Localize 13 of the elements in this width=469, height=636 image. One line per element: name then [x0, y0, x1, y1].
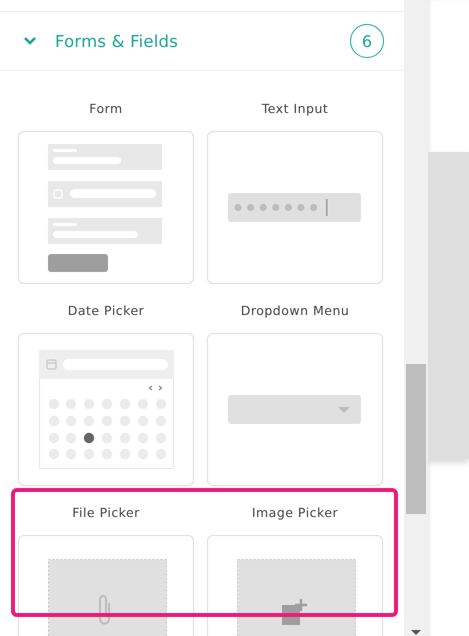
chevron-icon	[24, 37, 36, 45]
component-label: File Picker	[71, 504, 141, 522]
component-label: Date Picker	[66, 302, 146, 320]
component-label: Form	[88, 100, 124, 118]
component-label: Image Picker	[250, 504, 340, 522]
component-card[interactable]	[18, 131, 194, 284]
scrollbar[interactable]	[404, 0, 428, 636]
component-label: Text Input	[260, 100, 330, 118]
count-badge: 6	[350, 24, 384, 58]
scrollbar-thumb[interactable]	[406, 364, 426, 514]
scroll-down-icon[interactable]	[411, 630, 421, 635]
component-label: Dropdown Menu	[240, 302, 350, 320]
section-title: Forms & Fields	[55, 32, 179, 50]
